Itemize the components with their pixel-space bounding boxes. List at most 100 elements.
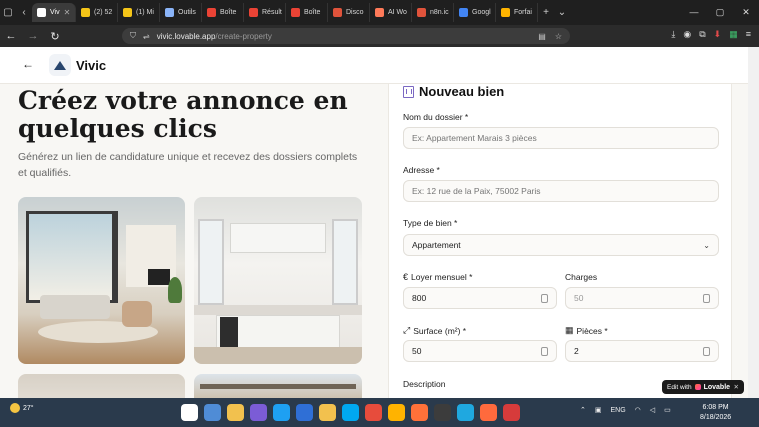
browser-tab[interactable]: (1) Mi	[118, 3, 160, 22]
taskbar-app-icon[interactable]	[342, 404, 359, 421]
taskbar-app-icon[interactable]	[434, 404, 451, 421]
extension-grid-icon[interactable]: ▦	[729, 29, 738, 40]
charges-input[interactable]: 50	[565, 287, 719, 309]
property-form-card: Nouveau bien Nom du dossier * Adresse * …	[388, 84, 732, 427]
adresse-input[interactable]	[403, 180, 719, 202]
description-label: Description	[403, 379, 446, 389]
browser-tab[interactable]: (2) 52	[76, 3, 118, 22]
browser-tab[interactable]: AI Wo	[370, 3, 412, 22]
tab-label: Viv	[50, 9, 60, 16]
wifi-icon[interactable]: ◠	[635, 406, 641, 414]
taskbar-app-icon[interactable]	[457, 404, 474, 421]
dossier-input[interactable]	[403, 127, 719, 149]
browser-tab[interactable]: Googl	[454, 3, 496, 22]
menu-icon[interactable]: ≡	[746, 29, 751, 40]
surface-stepper-icon[interactable]	[541, 346, 548, 356]
close-tab-icon[interactable]: ✕	[64, 8, 71, 17]
browser-tab[interactable]: Résult	[244, 3, 286, 22]
taskbar-app-icon[interactable]	[388, 404, 405, 421]
tab-favicon-icon	[459, 8, 468, 17]
taskbar-app-icon[interactable]	[296, 404, 313, 421]
type-select[interactable]: Appartement ⌄	[403, 234, 719, 256]
forward-nav-icon[interactable]: →	[22, 30, 44, 42]
tab-label: AI Wo	[388, 9, 407, 16]
reload-icon[interactable]: ↻	[44, 30, 66, 43]
browser-tab[interactable]: Forfai	[496, 3, 538, 22]
volume-icon[interactable]: ◁	[650, 406, 655, 414]
account-icon[interactable]: ◉	[683, 29, 691, 40]
tab-favicon-icon	[249, 8, 258, 17]
battery-icon[interactable]: ▭	[664, 406, 671, 414]
tab-search-icon[interactable]: ▢	[0, 7, 16, 18]
charges-stepper-icon[interactable]	[703, 293, 710, 303]
pieces-stepper-icon[interactable]	[703, 346, 710, 356]
tray-app-icon[interactable]: ▣	[595, 406, 602, 414]
tab-label: Boîte	[304, 9, 321, 16]
language-indicator[interactable]: ENG	[611, 407, 626, 414]
tray-chevron-icon[interactable]: ⌃	[580, 406, 586, 414]
tab-favicon-icon	[333, 8, 342, 17]
tab-label: Forfai	[514, 9, 532, 16]
tab-favicon-icon	[81, 8, 90, 17]
tab-label: Outils	[178, 9, 196, 16]
browser-tab[interactable]: Viv ✕	[32, 3, 76, 22]
extensions-icon[interactable]: ⧉	[699, 29, 705, 40]
bookmark-star-icon[interactable]: ☆	[555, 32, 562, 41]
tab-favicon-icon	[417, 8, 426, 17]
euro-icon: €	[403, 272, 409, 282]
browser-tab[interactable]: Disco	[328, 3, 370, 22]
download-icon[interactable]: ⤓	[671, 29, 675, 40]
taskbar-app-icon[interactable]	[480, 404, 497, 421]
surface-input[interactable]: 50	[403, 340, 557, 362]
tab-list-chevron-icon[interactable]: ⌄	[554, 7, 570, 18]
surface-label: ⤢ Surface (m²) *	[403, 325, 467, 336]
tab-label: Boîte	[220, 9, 237, 16]
clock[interactable]: 6:08 PM 8/18/2026	[700, 403, 731, 423]
maximize-icon[interactable]: ▢	[707, 7, 733, 18]
address-bar[interactable]: ⛉ ⇌ vivic.lovable.app/create-property ▤ …	[122, 28, 570, 44]
taskbar-app-icon[interactable]	[411, 404, 428, 421]
browser-tab[interactable]: Outils	[160, 3, 202, 22]
loyer-stepper-icon[interactable]	[541, 293, 548, 303]
loyer-input[interactable]: 800	[403, 287, 557, 309]
close-window-icon[interactable]: ✕	[733, 7, 759, 18]
site-settings-icon[interactable]: ⇌	[143, 32, 150, 41]
form-title: Nouveau bien	[403, 84, 504, 99]
adresse-label: Adresse *	[403, 165, 440, 175]
new-tab-button[interactable]: +	[538, 7, 554, 18]
building-icon	[403, 85, 414, 98]
browser-tab[interactable]: Boîte	[286, 3, 328, 22]
tab-label: Disco	[346, 9, 364, 16]
taskbar-app-icon[interactable]	[227, 404, 244, 421]
type-label: Type de bien *	[403, 218, 458, 228]
back-arrow-icon[interactable]: ←	[22, 57, 34, 71]
edit-with-lovable-badge[interactable]: Edit with Lovable ✕	[662, 380, 744, 394]
browser-extension-tools: ⤓ ◉ ⧉ ⬇ ▦ ≡	[671, 29, 751, 40]
taskbar-app-icon[interactable]	[204, 404, 221, 421]
tab-label: (1) Mi	[136, 9, 154, 16]
tab-scroll-left-icon[interactable]: ‹	[16, 7, 32, 18]
taskbar-app-icon[interactable]	[273, 404, 290, 421]
weather-widget[interactable]: 27°	[10, 403, 34, 413]
windows-taskbar: 27° ⌃ ▣ ENG ◠ ◁ ▭ 6:08 PM 8/18/2026	[0, 398, 759, 427]
page-scrollbar[interactable]	[748, 47, 759, 398]
taskbar-app-icon[interactable]	[319, 404, 336, 421]
minimize-icon[interactable]: —	[681, 7, 707, 18]
taskbar-apps	[181, 404, 520, 421]
browser-toolbar: ← → ↻ ⛉ ⇌ vivic.lovable.app/create-prope…	[0, 25, 759, 47]
taskbar-app-icon[interactable]	[181, 404, 198, 421]
browser-tab[interactable]: Boîte	[202, 3, 244, 22]
taskbar-app-icon[interactable]	[365, 404, 382, 421]
taskbar-app-icon[interactable]	[250, 404, 267, 421]
reader-mode-icon[interactable]: ▤	[538, 32, 546, 41]
badge-brand: Lovable	[703, 383, 731, 391]
site-info-icon[interactable]: ⛉	[130, 31, 136, 41]
back-nav-icon[interactable]: ←	[0, 30, 22, 42]
chevron-down-icon: ⌄	[703, 240, 710, 250]
pieces-input[interactable]: 2	[565, 340, 719, 362]
url-text: vivic.lovable.app/create-property	[156, 31, 272, 41]
browser-tab[interactable]: n8n.ic	[412, 3, 454, 22]
taskbar-app-icon[interactable]	[503, 404, 520, 421]
extension-red-icon[interactable]: ⬇	[714, 29, 722, 40]
badge-close-icon[interactable]: ✕	[734, 383, 739, 391]
